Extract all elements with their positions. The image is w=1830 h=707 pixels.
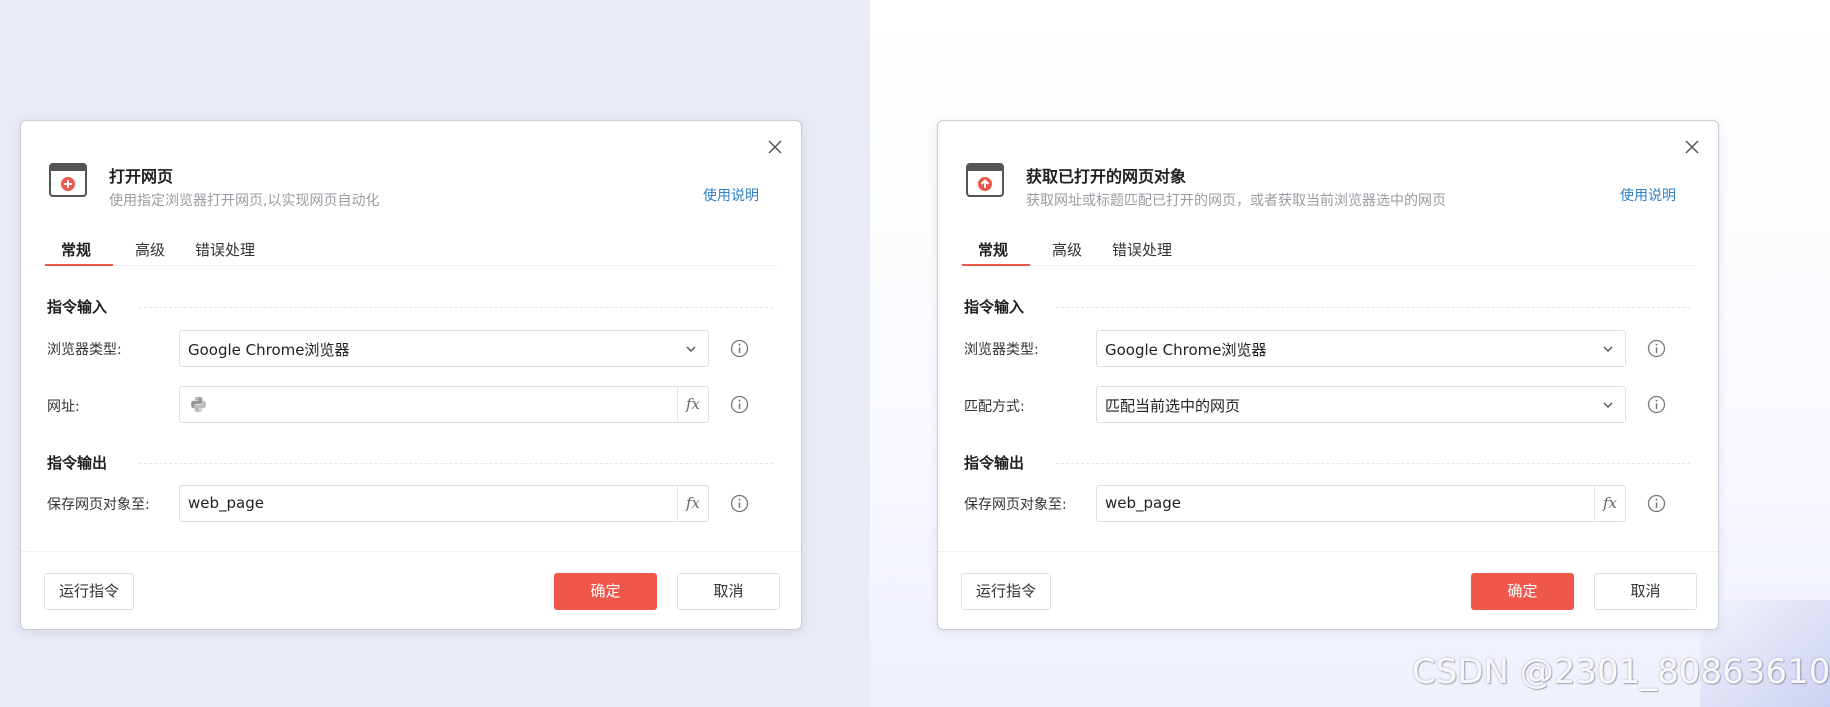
- watermark: CSDN @2301_80863610: [1412, 652, 1830, 692]
- save-webpage-input[interactable]: web_page fx: [1096, 485, 1626, 522]
- save-webpage-input[interactable]: web_page fx: [179, 485, 709, 522]
- section-divider: [1056, 463, 1690, 464]
- cancel-button[interactable]: 取消: [1594, 573, 1697, 610]
- close-icon[interactable]: [765, 137, 785, 157]
- dialog-title: 获取已打开的网页对象: [1026, 167, 1187, 186]
- chevron-down-icon: [1601, 398, 1615, 412]
- info-icon[interactable]: [730, 395, 749, 414]
- dialog-subtitle: 获取网址或标题匹配已打开的网页，或者获取当前浏览器选中的网页: [1026, 193, 1446, 209]
- tab-general[interactable]: 常规: [61, 239, 91, 266]
- output-section-title: 指令输出: [964, 454, 1025, 472]
- browser-get-icon: [966, 163, 1004, 197]
- tab-error-handling[interactable]: 错误处理: [1112, 239, 1172, 266]
- dialog-title: 打开网页: [109, 167, 174, 186]
- browser-type-select[interactable]: Google Chrome浏览器: [1096, 330, 1626, 367]
- footer-divider: [938, 551, 1718, 552]
- open-webpage-dialog: 打开网页 使用指定浏览器打开网页,以实现网页自动化 使用说明 常规 高级 错误处…: [20, 120, 802, 630]
- browser-type-value: Google Chrome浏览器: [188, 341, 350, 359]
- tab-advanced[interactable]: 高级: [135, 239, 165, 266]
- info-icon[interactable]: [730, 339, 749, 358]
- footer-divider: [21, 551, 801, 552]
- info-icon[interactable]: [730, 494, 749, 513]
- section-divider: [139, 463, 773, 464]
- save-webpage-label: 保存网页对象至:: [964, 497, 1067, 513]
- url-input[interactable]: fx: [179, 386, 709, 423]
- browser-type-value: Google Chrome浏览器: [1105, 341, 1267, 359]
- browser-open-icon: [49, 163, 87, 197]
- tab-general[interactable]: 常规: [978, 239, 1008, 266]
- chevron-down-icon: [1601, 342, 1615, 356]
- match-mode-label: 匹配方式:: [964, 399, 1025, 415]
- tab-error-handling[interactable]: 错误处理: [195, 239, 255, 266]
- url-label: 网址:: [47, 399, 80, 415]
- save-webpage-label: 保存网页对象至:: [47, 497, 150, 513]
- python-icon: [190, 396, 207, 413]
- info-icon[interactable]: [1647, 395, 1666, 414]
- tab-bar: 常规 高级 错误处理: [45, 233, 777, 266]
- browser-type-label: 浏览器类型:: [47, 342, 122, 358]
- save-webpage-value: web_page: [1105, 494, 1181, 512]
- active-tab-indicator: [45, 264, 113, 266]
- confirm-button[interactable]: 确定: [1471, 573, 1574, 610]
- save-webpage-value: web_page: [188, 494, 264, 512]
- fx-button[interactable]: fx: [677, 486, 708, 521]
- section-divider: [139, 307, 773, 308]
- cancel-button[interactable]: 取消: [677, 573, 780, 610]
- run-command-button[interactable]: 运行指令: [44, 573, 134, 610]
- fx-button[interactable]: fx: [677, 387, 708, 422]
- browser-type-select[interactable]: Google Chrome浏览器: [179, 330, 709, 367]
- info-icon[interactable]: [1647, 339, 1666, 358]
- input-section-title: 指令输入: [47, 298, 108, 316]
- input-section-title: 指令输入: [964, 298, 1025, 316]
- help-link[interactable]: 使用说明: [1620, 185, 1676, 205]
- info-icon[interactable]: [1647, 494, 1666, 513]
- section-divider: [1056, 307, 1690, 308]
- output-section-title: 指令输出: [47, 454, 108, 472]
- fx-button[interactable]: fx: [1594, 486, 1625, 521]
- active-tab-indicator: [962, 264, 1030, 266]
- get-opened-webpage-dialog: 获取已打开的网页对象 获取网址或标题匹配已打开的网页，或者获取当前浏览器选中的网…: [937, 120, 1719, 630]
- match-mode-value: 匹配当前选中的网页: [1105, 397, 1241, 415]
- match-mode-select[interactable]: 匹配当前选中的网页: [1096, 386, 1626, 423]
- close-icon[interactable]: [1682, 137, 1702, 157]
- browser-type-label: 浏览器类型:: [964, 342, 1039, 358]
- dialog-subtitle: 使用指定浏览器打开网页,以实现网页自动化: [109, 193, 380, 209]
- help-link[interactable]: 使用说明: [703, 185, 759, 205]
- run-command-button[interactable]: 运行指令: [961, 573, 1051, 610]
- chevron-down-icon: [684, 342, 698, 356]
- confirm-button[interactable]: 确定: [554, 573, 657, 610]
- tab-advanced[interactable]: 高级: [1052, 239, 1082, 266]
- tab-bar: 常规 高级 错误处理: [962, 233, 1694, 266]
